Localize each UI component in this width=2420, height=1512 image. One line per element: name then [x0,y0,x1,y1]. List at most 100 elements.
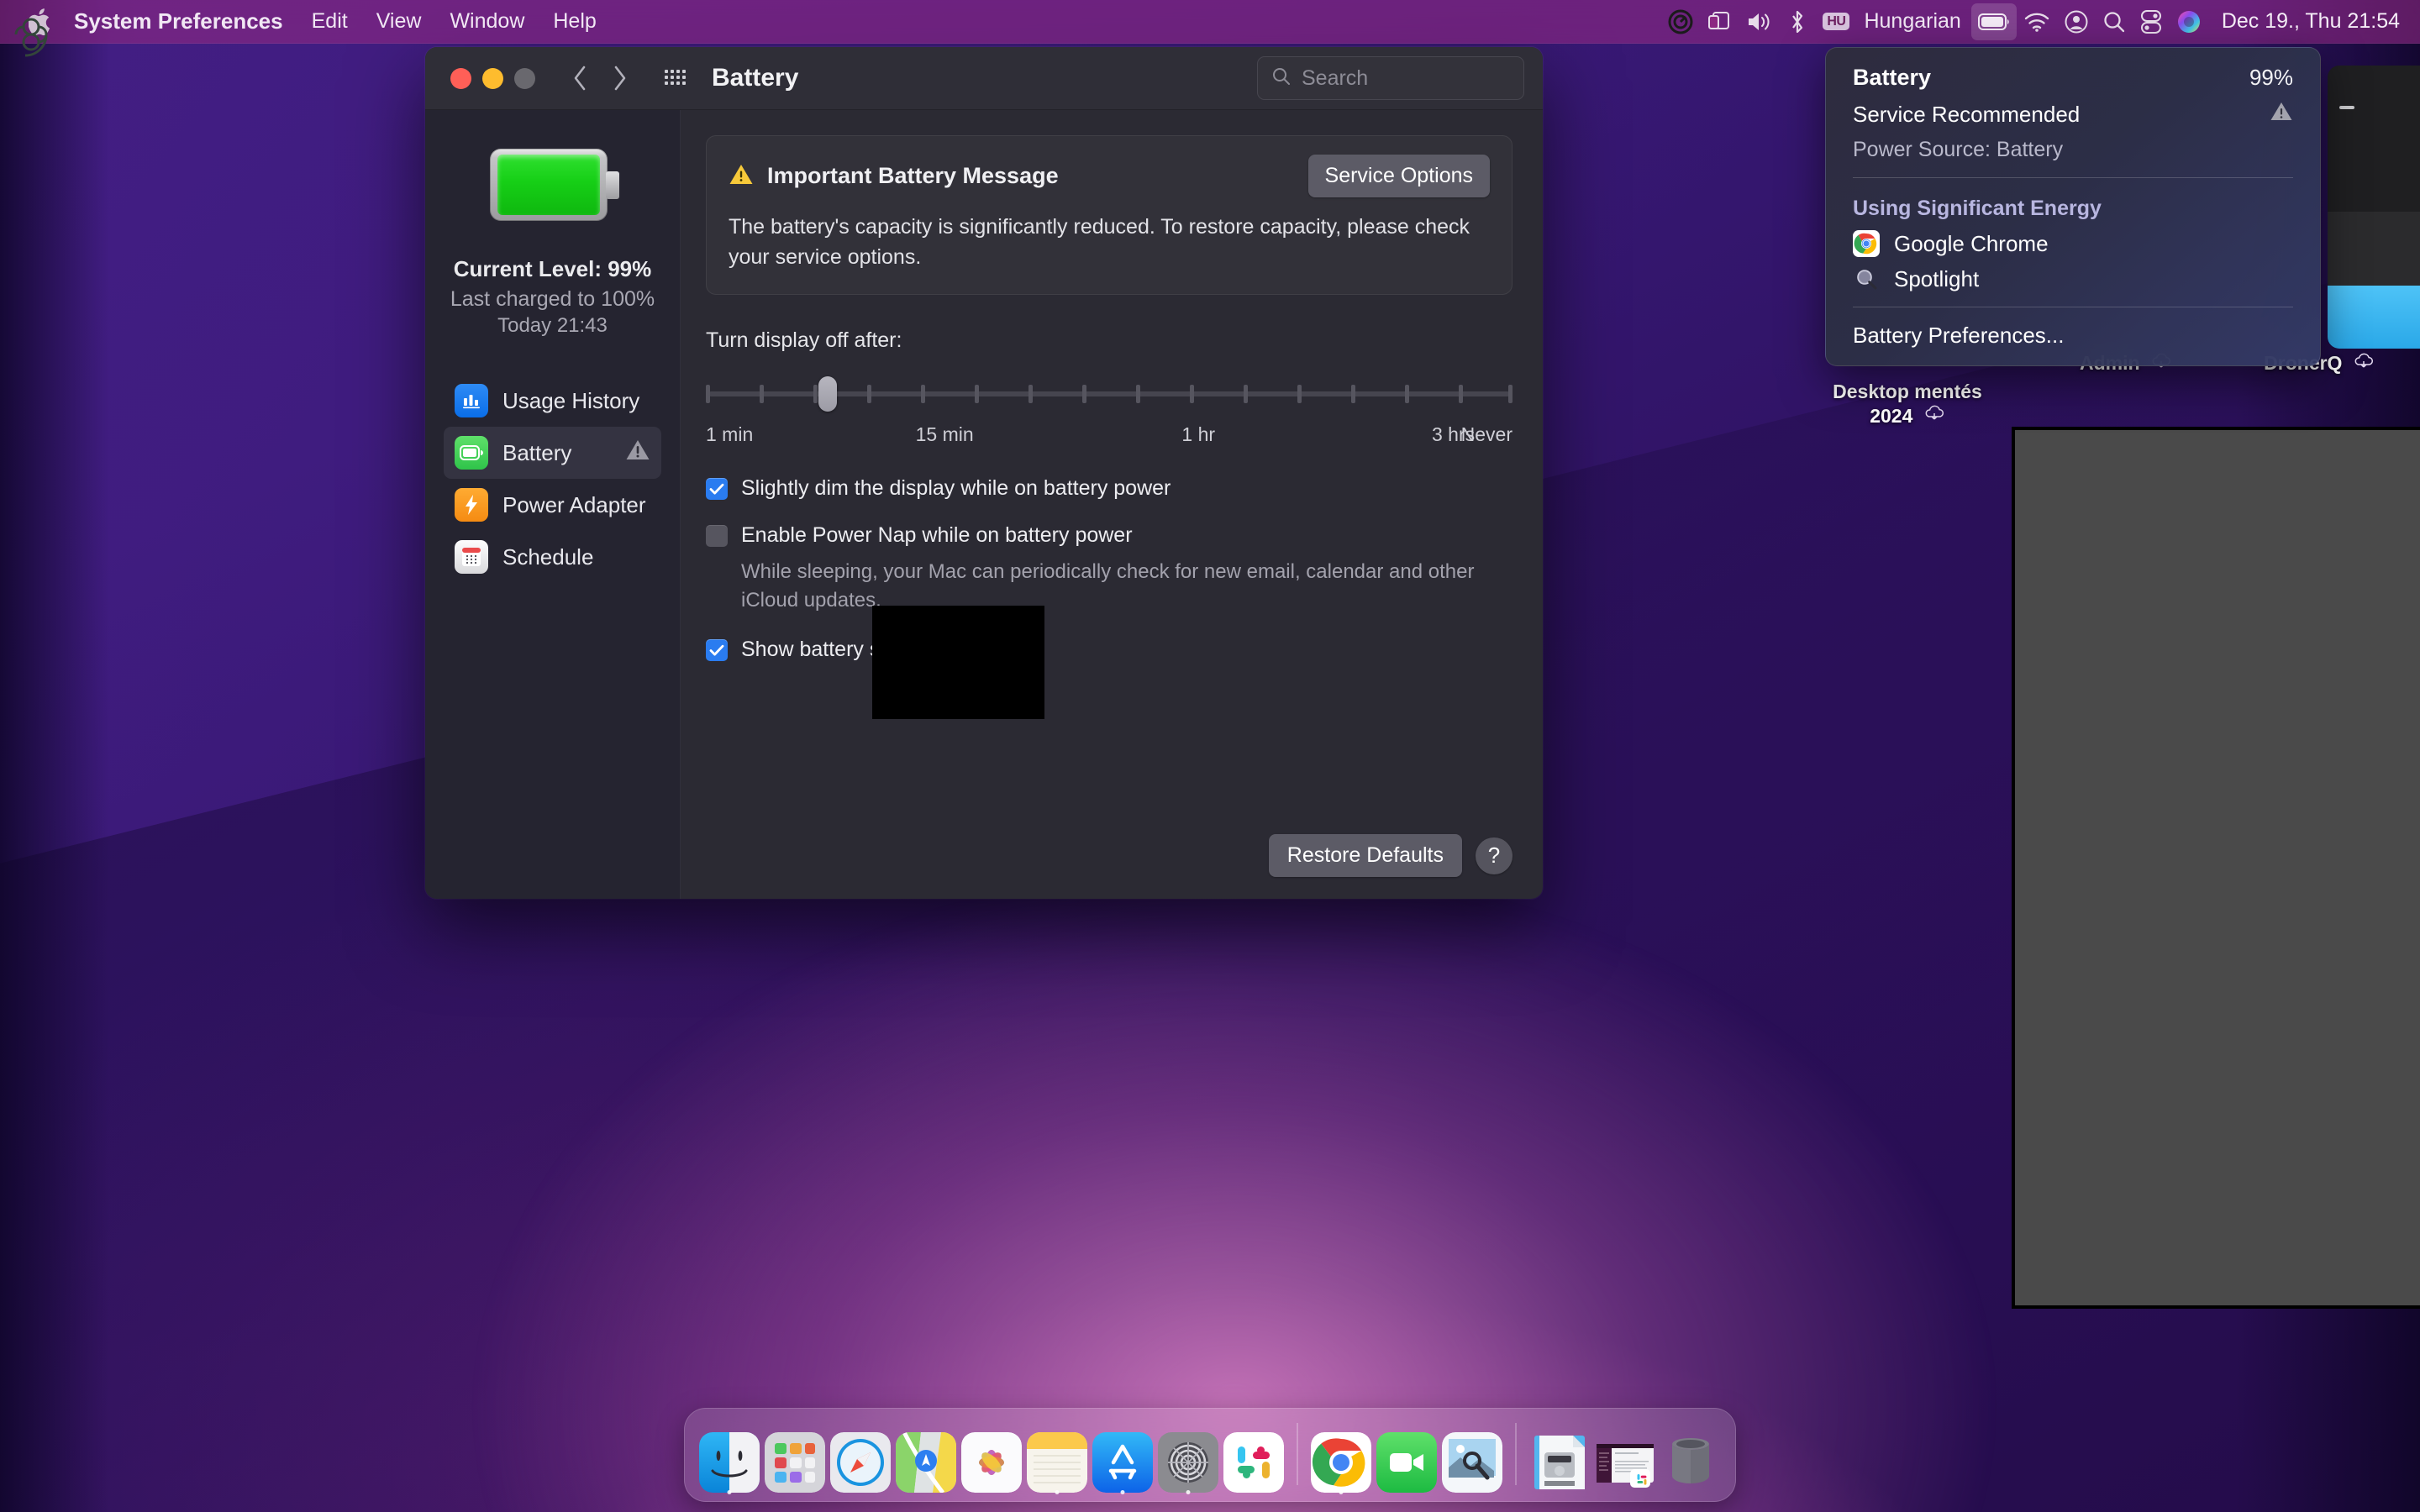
dock-item-system-preferences[interactable] [1155,1415,1221,1494]
slider-tick [760,385,764,403]
dock-item-finder[interactable] [697,1415,762,1494]
checkbox-row-show-battery-status[interactable]: Show battery status in menu bar [706,637,1512,662]
dock-item-facetime[interactable] [1374,1415,1439,1493]
control-center-icon[interactable] [2133,3,2170,40]
slider-tick [1405,385,1409,403]
screen-recording-icon[interactable] [1661,3,1700,40]
dock-item-app-store[interactable] [1090,1415,1155,1494]
navigation-buttons [566,63,634,93]
chevron-left-icon[interactable] [566,63,596,93]
minimized-window-icon [1595,1432,1655,1493]
menu-bar: System Preferences Edit View Window Help… [0,0,2420,44]
dock-item-safari[interactable] [828,1415,893,1493]
sidebar-item-battery[interactable]: Battery [444,427,661,479]
dock-item-minimized-window[interactable] [1592,1415,1658,1493]
chrome-icon [1853,230,1880,257]
checkbox-row-power-nap[interactable]: Enable Power Nap while on battery power [706,522,1512,548]
dock-item-notes[interactable] [1024,1415,1090,1494]
background-window[interactable] [2328,66,2420,318]
wifi-icon[interactable] [2017,3,2057,40]
menu-bar-status-area: HU Hungarian Dec 19., Thu 21:54 [1661,3,2420,40]
running-indicator [727,1490,732,1494]
input-source-label[interactable]: Hungarian [1856,9,1970,34]
turn-display-off-label: Turn display off after: [706,328,902,352]
bluetooth-icon[interactable] [1779,3,1816,40]
wallpaper-left-vignette [0,0,109,1512]
close-button[interactable] [450,67,471,89]
battery-menu-app-google-chrome[interactable]: Google Chrome [1826,226,2320,261]
siri-icon[interactable] [2170,3,2208,40]
alert-title: Important Battery Message [767,163,1059,188]
show-all-grid-icon[interactable] [660,60,695,96]
dock-item-disk-image[interactable] [1527,1415,1592,1493]
battery-menu-power-source: Power Source: Battery [1853,138,2064,161]
window-bottom-buttons: Restore Defaults ? [1268,834,1512,877]
slider-tick [1459,385,1463,403]
slider-thumb[interactable] [818,376,838,412]
alert-body-text: The battery's capacity is significantly … [729,215,1470,269]
menu-item-window[interactable]: Window [435,9,539,34]
battery-menu-percent: 99% [2249,65,2293,90]
sidebar-item-power-adapter[interactable]: Power Adapter [444,479,661,531]
checkbox-label: Slightly dim the display while on batter… [741,476,1171,500]
mouse-cursor [12,12,66,70]
sidebar-item-label: Usage History [502,387,640,413]
sidebar-item-usage-history[interactable]: Usage History [444,375,661,427]
battery-menu-status-row[interactable]: Service Recommended [1826,96,2320,133]
checkbox-row-dim-display[interactable]: Slightly dim the display while on batter… [706,475,1512,501]
dock-item-slack[interactable] [1221,1415,1286,1493]
dock-item-trash[interactable] [1658,1415,1723,1493]
chevron-right-icon[interactable] [604,63,634,93]
volume-icon[interactable] [1739,3,1779,40]
background-blue-panel[interactable] [2328,286,2420,349]
background-window-dash [2339,106,2354,109]
zoom-button[interactable] [514,67,535,89]
schedule-calendar-icon [455,540,488,574]
slider-tick [921,385,925,403]
spotlight-search-icon[interactable] [2096,3,2133,40]
preview-icon [1442,1432,1502,1493]
dock-item-launchpad[interactable] [762,1415,828,1493]
dock-item-preview[interactable] [1439,1415,1505,1493]
battery-preferences-menu-item[interactable]: Battery Preferences... [1826,318,2320,354]
slider-tick [1243,385,1248,403]
safari-icon [830,1432,891,1493]
slider-tick [1297,385,1302,403]
dock-separator [1297,1423,1298,1485]
slider-tick [974,385,979,403]
battery-menu-app-spotlight[interactable]: Spotlight [1826,261,2320,297]
battery-icon [455,436,488,470]
dock-item-google-chrome[interactable] [1308,1415,1374,1494]
battery-icon[interactable] [1970,3,2017,40]
menu-item-help[interactable]: Help [539,9,610,34]
sidebar-item-schedule[interactable]: Schedule [444,531,661,583]
menu-bar-clock[interactable]: Dec 19., Thu 21:54 [2208,9,2400,34]
menu-item-edit[interactable]: Edit [297,9,362,34]
slider-scale-label: 15 min [915,423,974,445]
help-button[interactable]: ? [1476,837,1512,874]
menu-item-view[interactable]: View [362,9,436,34]
checkbox-show-battery-status[interactable] [706,639,728,662]
slider-tick [1351,385,1355,403]
screen-mirroring-icon[interactable] [1700,3,1739,40]
desktop-icon-desktop-mentes-2024[interactable]: Desktop mentés 2024 [1819,380,1996,429]
restore-defaults-button[interactable]: Restore Defaults [1268,834,1462,877]
checkbox-power-nap[interactable] [706,525,728,547]
user-account-icon[interactable] [2057,3,2096,40]
menu-item-system-preferences[interactable]: System Preferences [74,8,297,34]
dock-separator-2 [1515,1423,1517,1485]
dock-item-maps[interactable] [893,1415,959,1493]
dock [684,1408,1736,1502]
main-pane: Important Battery Message Service Option… [681,110,1543,899]
turn-display-off-slider[interactable] [706,371,1512,418]
dock-item-photos[interactable] [959,1415,1024,1493]
input-source-indicator[interactable]: HU [1816,3,1856,40]
search-input[interactable]: Search [1257,56,1524,100]
slider-tick [706,385,710,403]
service-options-button[interactable]: Service Options [1307,155,1490,197]
icloud-download-icon [2353,353,2375,377]
search-icon [1271,66,1292,91]
checkbox-dim-display[interactable] [706,478,728,500]
minimize-button[interactable] [482,67,503,89]
window-titlebar: Battery Search [425,47,1543,110]
